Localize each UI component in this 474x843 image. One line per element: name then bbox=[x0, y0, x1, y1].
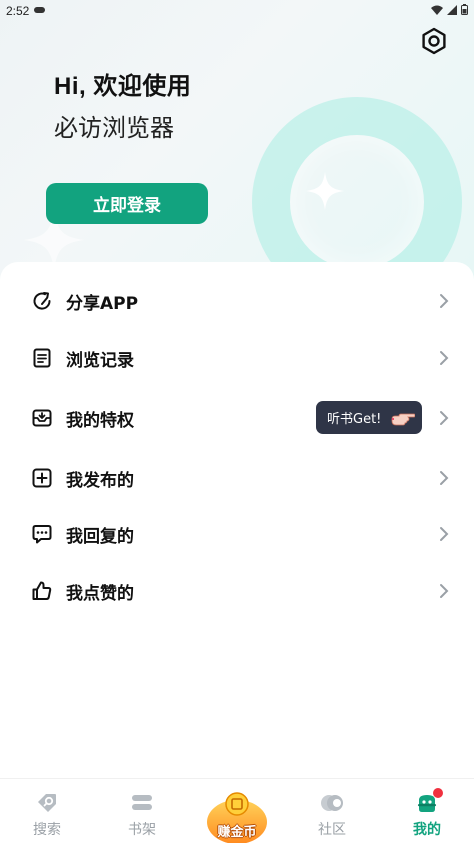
status-time: 2:52 bbox=[6, 4, 30, 18]
tab-label: 社区 bbox=[318, 822, 346, 838]
wifi-icon bbox=[431, 5, 443, 15]
greeting-text: Hi, 欢迎使用 bbox=[54, 73, 192, 100]
menu-item-label: 我发布的 bbox=[66, 470, 134, 491]
menu-item-label: 分享APP bbox=[66, 293, 139, 314]
menu-item-label: 我点赞的 bbox=[66, 583, 134, 604]
chevron-right-icon bbox=[440, 471, 449, 485]
menu-item-label: 我回复的 bbox=[66, 526, 134, 547]
chevron-right-icon bbox=[440, 584, 449, 598]
tab-label: 搜索 bbox=[33, 822, 61, 838]
comment-icon bbox=[32, 525, 52, 544]
menu-item-replied[interactable]: 我回复的 bbox=[0, 509, 474, 559]
share-icon bbox=[33, 292, 51, 310]
thumbs-up-icon bbox=[32, 581, 52, 600]
tab-search[interactable]: 搜索 bbox=[0, 779, 94, 843]
audiobook-tooltip[interactable]: 听书Get! bbox=[316, 401, 422, 434]
pointing-hand-icon bbox=[391, 413, 415, 426]
menu-item-label: 浏览记录 bbox=[66, 350, 134, 371]
tab-community[interactable]: 社区 bbox=[285, 779, 379, 843]
signal-icon bbox=[447, 4, 457, 15]
settings-icon[interactable] bbox=[419, 26, 449, 56]
bookshelf-icon bbox=[132, 795, 152, 810]
menu-item-liked[interactable]: 我点赞的 bbox=[0, 566, 474, 616]
profile-header bbox=[0, 0, 474, 300]
tooltip-text: 听书Get! bbox=[327, 412, 382, 427]
status-bar: 2:52 bbox=[0, 0, 474, 22]
tab-label: 书架 bbox=[128, 822, 156, 838]
app-name-text: 必访浏览器 bbox=[54, 114, 174, 142]
menu-item-label: 我的特权 bbox=[66, 410, 134, 431]
notification-dot bbox=[433, 788, 443, 798]
menu-item-history[interactable]: 浏览记录 bbox=[0, 333, 474, 383]
tab-profile[interactable]: 我的 bbox=[380, 779, 474, 843]
battery-icon bbox=[461, 4, 468, 15]
chevron-right-icon bbox=[440, 527, 449, 541]
community-icon bbox=[321, 795, 343, 811]
tab-label: 我的 bbox=[413, 822, 441, 838]
menu-item-share-app[interactable]: 分享APP bbox=[0, 276, 474, 326]
tab-bookshelf[interactable]: 书架 bbox=[95, 779, 189, 843]
login-button[interactable]: 立即登录 bbox=[46, 183, 208, 224]
sparkle-icon bbox=[306, 172, 344, 210]
chevron-right-icon bbox=[440, 411, 449, 425]
add-box-icon bbox=[32, 468, 52, 488]
chevron-right-icon bbox=[440, 351, 449, 365]
earn-coin-label: 赚金币 bbox=[217, 825, 257, 840]
search-tag-icon bbox=[38, 794, 56, 812]
menu-item-published[interactable]: 我发布的 bbox=[0, 453, 474, 503]
chevron-right-icon bbox=[440, 294, 449, 308]
history-icon bbox=[33, 348, 51, 368]
privilege-icon bbox=[32, 409, 52, 427]
gamepad-icon bbox=[34, 7, 45, 13]
